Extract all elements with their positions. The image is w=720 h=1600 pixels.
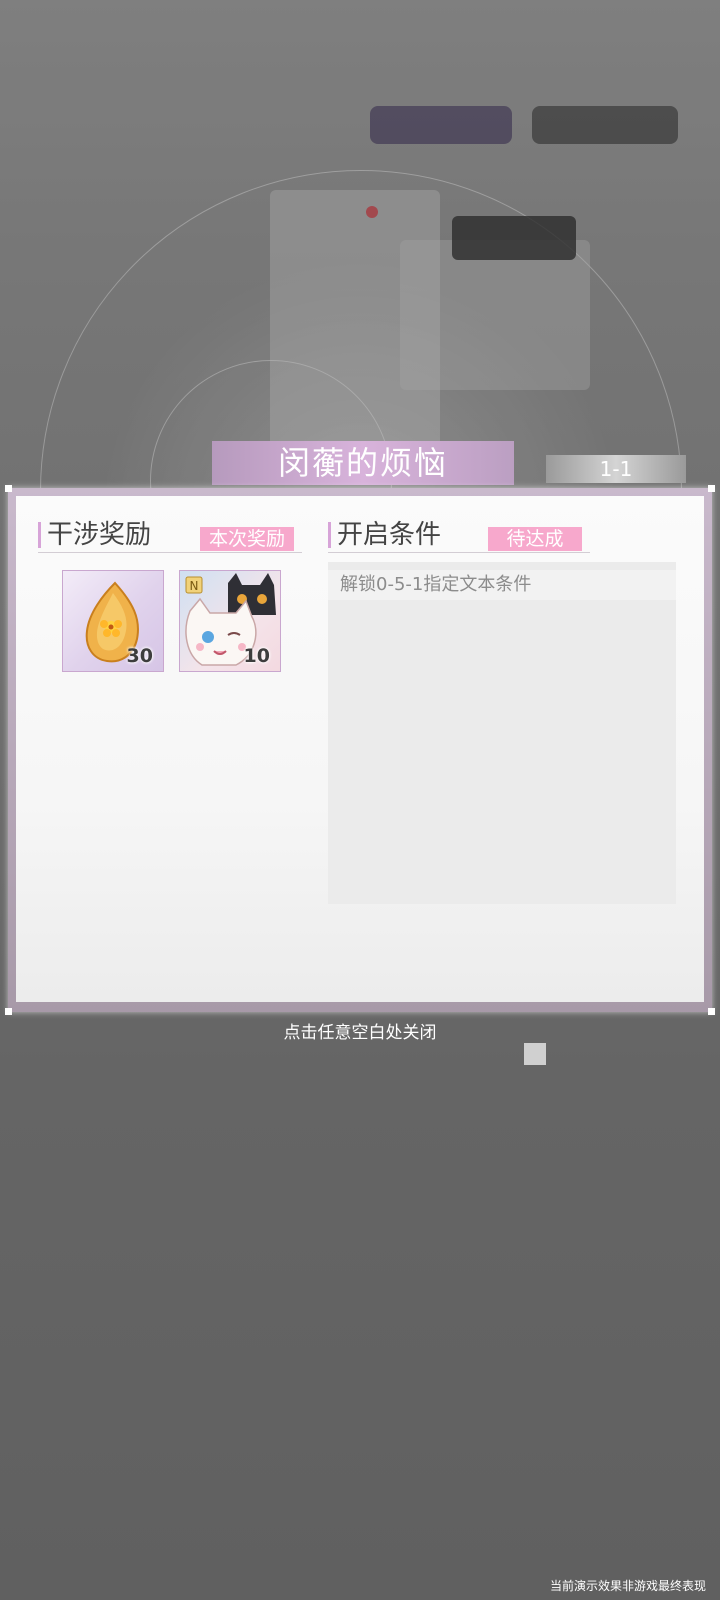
rewards-section-header: 干涉奖励 本次奖励 bbox=[38, 518, 302, 553]
stage-label-tab: 1-1 bbox=[546, 455, 686, 483]
section-accent-bar bbox=[38, 522, 41, 548]
chapter-title-tab: 闵蘅的烦恼 bbox=[212, 441, 514, 485]
background-square-icon bbox=[524, 1043, 546, 1065]
panel-corner bbox=[708, 1008, 715, 1015]
condition-entry: 解锁0-5-1指定文本条件 bbox=[328, 570, 676, 600]
panel-corner bbox=[708, 485, 715, 492]
item-count: 10 bbox=[243, 645, 270, 667]
close-hint: 点击任意空白处关闭 bbox=[283, 1023, 437, 1043]
conditions-title: 开启条件 bbox=[337, 520, 442, 550]
disclaimer-text: 当前演示效果非游戏最终表现 bbox=[549, 1579, 706, 1593]
conditions-tag: 待达成 bbox=[488, 527, 582, 551]
rewards-tag: 本次奖励 bbox=[200, 527, 294, 551]
svg-text:N: N bbox=[190, 579, 199, 593]
conditions-list: 解锁0-5-1指定文本条件 bbox=[328, 562, 676, 904]
reward-item-amber[interactable]: 30 bbox=[62, 570, 164, 672]
conditions-section-header: 开启条件 待达成 bbox=[328, 518, 590, 553]
item-count: 30 bbox=[126, 645, 153, 667]
panel-corner bbox=[5, 485, 12, 492]
panel-corner bbox=[5, 1008, 12, 1015]
reward-item-cat-card[interactable]: N 10 bbox=[179, 570, 281, 672]
rewards-title: 干涉奖励 bbox=[47, 520, 152, 550]
section-accent-bar bbox=[328, 522, 331, 548]
